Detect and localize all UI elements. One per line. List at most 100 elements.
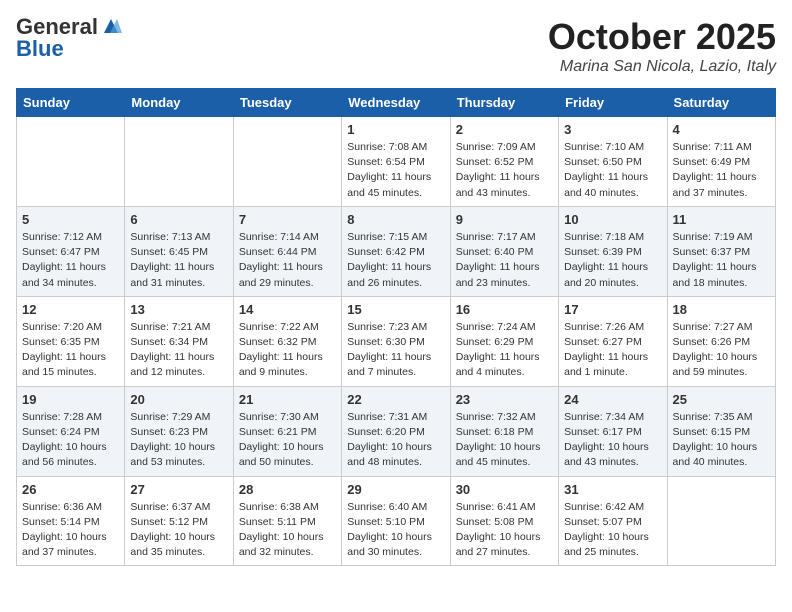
calendar-week-row: 12Sunrise: 7:20 AM Sunset: 6:35 PM Dayli… bbox=[17, 296, 776, 386]
calendar-day-cell: 10 Sunrise: 7:18 AM Sunset: 6:39 PM Dayli… bbox=[559, 206, 667, 296]
calendar-day-cell: 18Sunrise: 7:27 AM Sunset: 6:26 PM Dayli… bbox=[667, 296, 775, 386]
month-title: October 2025 bbox=[548, 16, 776, 58]
calendar-week-row: 26 Sunrise: 6:36 AM Sunset: 5:14 PM Dayli… bbox=[17, 476, 776, 566]
weekday-header: Monday bbox=[125, 89, 233, 117]
calendar-day-cell: 3Sunrise: 7:10 AM Sunset: 6:50 PM Daylig… bbox=[559, 117, 667, 207]
logo: General Blue bbox=[16, 16, 122, 60]
day-number: 26 bbox=[22, 482, 119, 497]
calendar-day-cell: 9Sunrise: 7:17 AM Sunset: 6:40 PM Daylig… bbox=[450, 206, 558, 296]
day-number: 31 bbox=[564, 482, 661, 497]
day-number: 29 bbox=[347, 482, 444, 497]
calendar-day-cell: 19Sunrise: 7:28 AM Sunset: 6:24 PM Dayli… bbox=[17, 386, 125, 476]
calendar-day-cell: 7 Sunrise: 7:14 AM Sunset: 6:44 PM Daylig… bbox=[233, 206, 341, 296]
day-number: 25 bbox=[673, 392, 770, 407]
calendar-day-cell: 11 Sunrise: 7:19 AM Sunset: 6:37 PM Dayli… bbox=[667, 206, 775, 296]
calendar-day-cell: 26 Sunrise: 6:36 AM Sunset: 5:14 PM Dayli… bbox=[17, 476, 125, 566]
day-info: Sunrise: 7:28 AM Sunset: 6:24 PM Dayligh… bbox=[22, 410, 119, 471]
calendar-day-cell: 25 Sunrise: 7:35 AM Sunset: 6:15 PM Dayli… bbox=[667, 386, 775, 476]
calendar-day-cell: 16 Sunrise: 7:24 AM Sunset: 6:29 PM Dayli… bbox=[450, 296, 558, 386]
day-number: 30 bbox=[456, 482, 553, 497]
day-info: Sunrise: 7:15 AM Sunset: 6:42 PM Dayligh… bbox=[347, 230, 444, 291]
day-info: Sunrise: 7:21 AM Sunset: 6:34 PM Dayligh… bbox=[130, 320, 227, 381]
day-info: Sunrise: 7:17 AM Sunset: 6:40 PM Dayligh… bbox=[456, 230, 553, 291]
location-text: Marina San Nicola, Lazio, Italy bbox=[548, 58, 776, 76]
weekday-header: Tuesday bbox=[233, 89, 341, 117]
calendar-day-cell bbox=[233, 117, 341, 207]
day-info: Sunrise: 6:37 AM Sunset: 5:12 PM Dayligh… bbox=[130, 500, 227, 561]
calendar-table: SundayMondayTuesdayWednesdayThursdayFrid… bbox=[16, 88, 776, 566]
calendar-day-cell: 30 Sunrise: 6:41 AM Sunset: 5:08 PM Dayli… bbox=[450, 476, 558, 566]
day-info: Sunrise: 7:32 AM Sunset: 6:18 PM Dayligh… bbox=[456, 410, 553, 471]
day-info: Sunrise: 7:10 AM Sunset: 6:50 PM Dayligh… bbox=[564, 140, 661, 201]
calendar-day-cell: 17 Sunrise: 7:26 AM Sunset: 6:27 PM Dayli… bbox=[559, 296, 667, 386]
calendar-day-cell: 31 Sunrise: 6:42 AM Sunset: 5:07 PM Dayli… bbox=[559, 476, 667, 566]
calendar-week-row: 5 Sunrise: 7:12 AM Sunset: 6:47 PM Daylig… bbox=[17, 206, 776, 296]
day-number: 22 bbox=[347, 392, 444, 407]
page-header: General Blue October 2025 Marina San Nic… bbox=[16, 16, 776, 76]
day-number: 28 bbox=[239, 482, 336, 497]
calendar-header-row: SundayMondayTuesdayWednesdayThursdayFrid… bbox=[17, 89, 776, 117]
day-info: Sunrise: 7:22 AM Sunset: 6:32 PM Dayligh… bbox=[239, 320, 336, 381]
calendar-day-cell: 15 Sunrise: 7:23 AM Sunset: 6:30 PM Dayli… bbox=[342, 296, 450, 386]
day-info: Sunrise: 7:11 AM Sunset: 6:49 PM Dayligh… bbox=[673, 140, 770, 201]
weekday-header: Wednesday bbox=[342, 89, 450, 117]
logo-general-text: General bbox=[16, 16, 98, 38]
day-info: Sunrise: 6:42 AM Sunset: 5:07 PM Dayligh… bbox=[564, 500, 661, 561]
calendar-day-cell: 8 Sunrise: 7:15 AM Sunset: 6:42 PM Daylig… bbox=[342, 206, 450, 296]
calendar-day-cell: 21Sunrise: 7:30 AM Sunset: 6:21 PM Dayli… bbox=[233, 386, 341, 476]
day-number: 4 bbox=[673, 122, 770, 137]
day-number: 20 bbox=[130, 392, 227, 407]
calendar-week-row: 19Sunrise: 7:28 AM Sunset: 6:24 PM Dayli… bbox=[17, 386, 776, 476]
day-number: 27 bbox=[130, 482, 227, 497]
day-number: 5 bbox=[22, 212, 119, 227]
day-info: Sunrise: 6:38 AM Sunset: 5:11 PM Dayligh… bbox=[239, 500, 336, 561]
calendar-week-row: 1 Sunrise: 7:08 AM Sunset: 6:54 PM Daylig… bbox=[17, 117, 776, 207]
day-number: 1 bbox=[347, 122, 444, 137]
calendar-day-cell: 20Sunrise: 7:29 AM Sunset: 6:23 PM Dayli… bbox=[125, 386, 233, 476]
weekday-header: Thursday bbox=[450, 89, 558, 117]
day-number: 13 bbox=[130, 302, 227, 317]
day-number: 17 bbox=[564, 302, 661, 317]
calendar-day-cell: 6Sunrise: 7:13 AM Sunset: 6:45 PM Daylig… bbox=[125, 206, 233, 296]
calendar-day-cell: 27 Sunrise: 6:37 AM Sunset: 5:12 PM Dayli… bbox=[125, 476, 233, 566]
day-number: 8 bbox=[347, 212, 444, 227]
weekday-header: Saturday bbox=[667, 89, 775, 117]
calendar-day-cell: 4 Sunrise: 7:11 AM Sunset: 6:49 PM Daylig… bbox=[667, 117, 775, 207]
day-number: 16 bbox=[456, 302, 553, 317]
day-info: Sunrise: 7:31 AM Sunset: 6:20 PM Dayligh… bbox=[347, 410, 444, 471]
calendar-day-cell: 12Sunrise: 7:20 AM Sunset: 6:35 PM Dayli… bbox=[17, 296, 125, 386]
day-info: Sunrise: 7:27 AM Sunset: 6:26 PM Dayligh… bbox=[673, 320, 770, 381]
calendar-day-cell: 23Sunrise: 7:32 AM Sunset: 6:18 PM Dayli… bbox=[450, 386, 558, 476]
day-number: 10 bbox=[564, 212, 661, 227]
day-info: Sunrise: 6:36 AM Sunset: 5:14 PM Dayligh… bbox=[22, 500, 119, 561]
day-info: Sunrise: 7:30 AM Sunset: 6:21 PM Dayligh… bbox=[239, 410, 336, 471]
day-info: Sunrise: 7:08 AM Sunset: 6:54 PM Dayligh… bbox=[347, 140, 444, 201]
day-number: 2 bbox=[456, 122, 553, 137]
day-number: 7 bbox=[239, 212, 336, 227]
day-number: 15 bbox=[347, 302, 444, 317]
day-info: Sunrise: 7:34 AM Sunset: 6:17 PM Dayligh… bbox=[564, 410, 661, 471]
day-info: Sunrise: 6:41 AM Sunset: 5:08 PM Dayligh… bbox=[456, 500, 553, 561]
day-info: Sunrise: 7:12 AM Sunset: 6:47 PM Dayligh… bbox=[22, 230, 119, 291]
day-info: Sunrise: 7:14 AM Sunset: 6:44 PM Dayligh… bbox=[239, 230, 336, 291]
day-info: Sunrise: 7:18 AM Sunset: 6:39 PM Dayligh… bbox=[564, 230, 661, 291]
day-info: Sunrise: 7:35 AM Sunset: 6:15 PM Dayligh… bbox=[673, 410, 770, 471]
calendar-day-cell bbox=[125, 117, 233, 207]
day-info: Sunrise: 7:24 AM Sunset: 6:29 PM Dayligh… bbox=[456, 320, 553, 381]
calendar-day-cell: 2Sunrise: 7:09 AM Sunset: 6:52 PM Daylig… bbox=[450, 117, 558, 207]
calendar-day-cell bbox=[667, 476, 775, 566]
calendar-day-cell: 22 Sunrise: 7:31 AM Sunset: 6:20 PM Dayli… bbox=[342, 386, 450, 476]
calendar-day-cell: 14 Sunrise: 7:22 AM Sunset: 6:32 PM Dayli… bbox=[233, 296, 341, 386]
calendar-day-cell: 28 Sunrise: 6:38 AM Sunset: 5:11 PM Dayli… bbox=[233, 476, 341, 566]
day-number: 14 bbox=[239, 302, 336, 317]
calendar-day-cell: 29Sunrise: 6:40 AM Sunset: 5:10 PM Dayli… bbox=[342, 476, 450, 566]
day-info: Sunrise: 7:20 AM Sunset: 6:35 PM Dayligh… bbox=[22, 320, 119, 381]
day-info: Sunrise: 7:13 AM Sunset: 6:45 PM Dayligh… bbox=[130, 230, 227, 291]
calendar-day-cell: 13 Sunrise: 7:21 AM Sunset: 6:34 PM Dayli… bbox=[125, 296, 233, 386]
weekday-header: Friday bbox=[559, 89, 667, 117]
day-info: Sunrise: 7:26 AM Sunset: 6:27 PM Dayligh… bbox=[564, 320, 661, 381]
day-info: Sunrise: 7:23 AM Sunset: 6:30 PM Dayligh… bbox=[347, 320, 444, 381]
calendar-day-cell: 1 Sunrise: 7:08 AM Sunset: 6:54 PM Daylig… bbox=[342, 117, 450, 207]
day-number: 11 bbox=[673, 212, 770, 227]
day-info: Sunrise: 7:19 AM Sunset: 6:37 PM Dayligh… bbox=[673, 230, 770, 291]
